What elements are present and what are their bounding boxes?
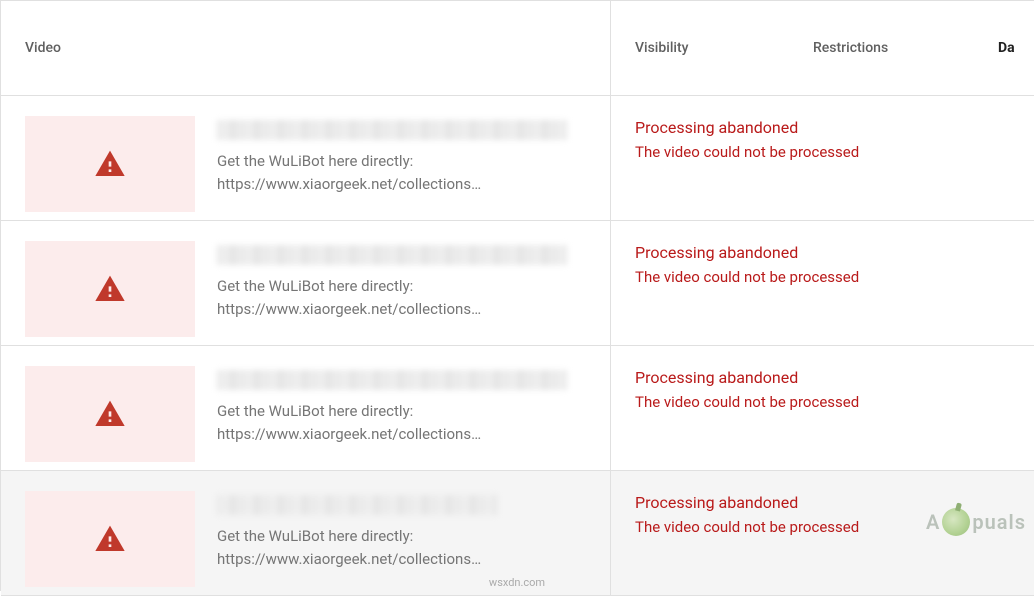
warning-icon: [94, 523, 126, 555]
header-restrictions-col[interactable]: Restrictions: [801, 1, 986, 95]
video-title-redacted: [217, 495, 497, 515]
video-info: Get the WuLiBot here directly: https://w…: [217, 241, 586, 320]
status-cell: Processing abandoned The video could not…: [611, 471, 1031, 595]
video-title-redacted: [217, 370, 567, 390]
warning-icon: [94, 273, 126, 305]
header-visibility-label: Visibility: [635, 40, 688, 56]
table-row[interactable]: Get the WuLiBot here directly: https://w…: [1, 471, 1034, 596]
table-header: Video Visibility Restrictions Da: [1, 1, 1034, 96]
video-cell: Get the WuLiBot here directly: https://w…: [1, 346, 611, 470]
video-thumbnail[interactable]: [25, 366, 195, 462]
header-date-label: Da: [998, 40, 1015, 56]
header-restrictions-label: Restrictions: [813, 40, 888, 56]
status-subtitle: The video could not be processed: [635, 518, 1007, 536]
status-title: Processing abandoned: [635, 118, 1007, 137]
video-description: Get the WuLiBot here directly: https://w…: [217, 275, 586, 320]
video-table: Video Visibility Restrictions Da Get the…: [0, 0, 1034, 591]
status-title: Processing abandoned: [635, 243, 1007, 262]
status-title: Processing abandoned: [635, 493, 1007, 512]
table-row[interactable]: Get the WuLiBot here directly: https://w…: [1, 221, 1034, 346]
header-date-col[interactable]: Da: [986, 1, 1034, 95]
table-row[interactable]: Get the WuLiBot here directly: https://w…: [1, 96, 1034, 221]
video-cell: Get the WuLiBot here directly: https://w…: [1, 221, 611, 345]
video-title-redacted: [217, 120, 567, 140]
header-video-col[interactable]: Video: [1, 1, 611, 95]
video-cell: Get the WuLiBot here directly: https://w…: [1, 471, 611, 595]
status-title: Processing abandoned: [635, 368, 1007, 387]
video-info: Get the WuLiBot here directly: https://w…: [217, 491, 586, 570]
video-description: Get the WuLiBot here directly: https://w…: [217, 525, 586, 570]
status-subtitle: The video could not be processed: [635, 393, 1007, 411]
video-thumbnail[interactable]: [25, 241, 195, 337]
status-subtitle: The video could not be processed: [635, 268, 1007, 286]
video-title-redacted: [217, 245, 567, 265]
video-thumbnail[interactable]: [25, 491, 195, 587]
warning-icon: [94, 148, 126, 180]
video-cell: Get the WuLiBot here directly: https://w…: [1, 96, 611, 220]
video-description: Get the WuLiBot here directly: https://w…: [217, 150, 586, 195]
video-description: Get the WuLiBot here directly: https://w…: [217, 400, 586, 445]
video-info: Get the WuLiBot here directly: https://w…: [217, 366, 586, 445]
status-cell: Processing abandoned The video could not…: [611, 346, 1031, 470]
video-thumbnail[interactable]: [25, 116, 195, 212]
header-visibility-col[interactable]: Visibility: [611, 1, 801, 95]
header-video-label: Video: [25, 40, 61, 56]
table-row[interactable]: Get the WuLiBot here directly: https://w…: [1, 346, 1034, 471]
warning-icon: [94, 398, 126, 430]
status-cell: Processing abandoned The video could not…: [611, 96, 1031, 220]
status-subtitle: The video could not be processed: [635, 143, 1007, 161]
status-cell: Processing abandoned The video could not…: [611, 221, 1031, 345]
video-info: Get the WuLiBot here directly: https://w…: [217, 116, 586, 195]
